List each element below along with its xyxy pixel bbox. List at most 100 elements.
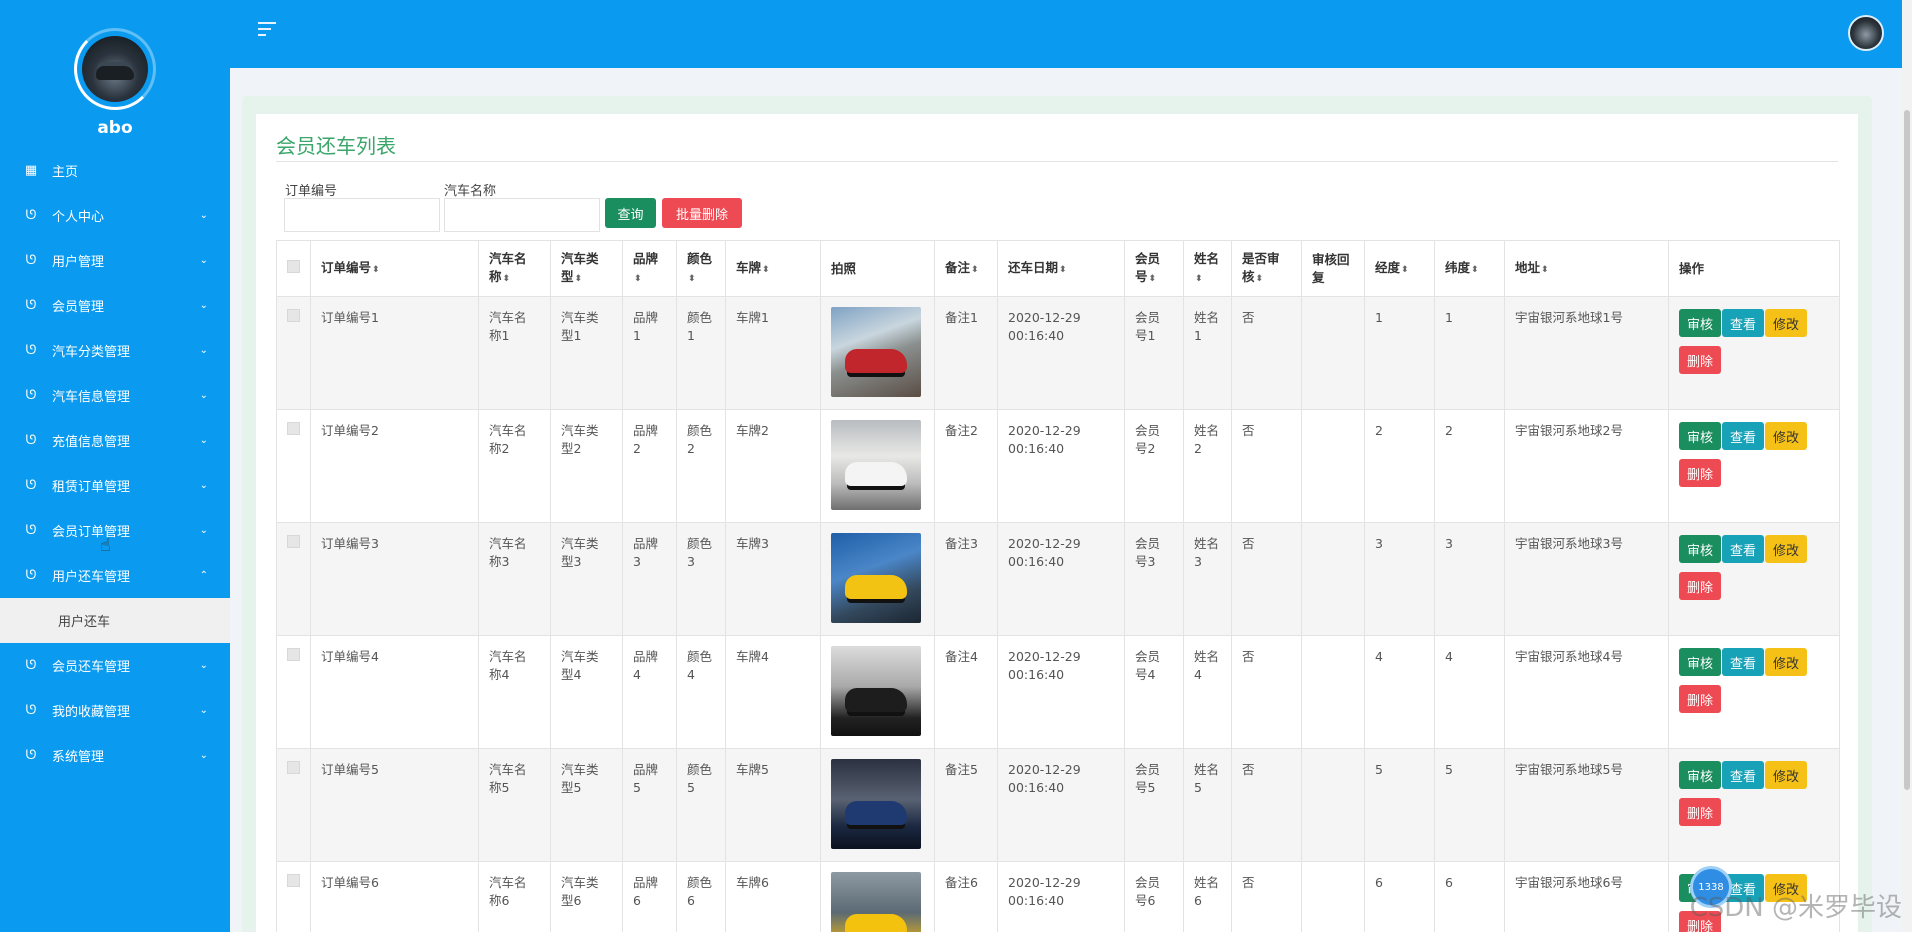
sidebar-item-label: 会员管理: [52, 300, 105, 315]
car-photo[interactable]: [831, 307, 921, 397]
select-all-checkbox[interactable]: [287, 259, 300, 273]
batch-delete-button[interactable]: 批量删除: [662, 198, 742, 228]
audit-button[interactable]: 审核: [1679, 761, 1722, 789]
delete-button[interactable]: 删除: [1679, 685, 1722, 713]
row-checkbox[interactable]: [287, 648, 300, 661]
edit-button[interactable]: 修改: [1765, 535, 1808, 563]
top-bar: [230, 0, 1902, 68]
audit-button[interactable]: 审核: [1679, 422, 1722, 450]
edit-button[interactable]: 修改: [1765, 648, 1808, 676]
sidebar-avatar[interactable]: [74, 28, 156, 110]
column-header[interactable]: 纬度⬍: [1434, 240, 1505, 297]
view-button[interactable]: 查看: [1722, 648, 1765, 676]
sidebar-item[interactable]: ᘎ 会员管理 ⌄: [0, 283, 230, 328]
sort-icon[interactable]: ⬍: [1256, 274, 1264, 284]
table-row[interactable]: 订单编号6 汽车名 称6 汽车类 型6 品牌 6 颜色 6 车牌6 备注6 2020-12-2…: [276, 861, 1840, 932]
sort-icon[interactable]: ⬍: [1149, 274, 1157, 284]
column-header[interactable]: 备注⬍: [934, 240, 998, 297]
table-row[interactable]: 订单编号2 汽车名 称2 汽车类 型2 品牌 2 颜色 2 车牌2 备注2 2020-12-2…: [276, 409, 1840, 523]
delete-button[interactable]: 删除: [1679, 572, 1722, 600]
column-header[interactable]: 经度⬍: [1364, 240, 1435, 297]
view-button[interactable]: 查看: [1722, 761, 1765, 789]
view-button[interactable]: 查看: [1722, 309, 1765, 337]
sidebar-item[interactable]: ᘎ 用户还车管理 ⌃: [0, 553, 230, 598]
car-photo[interactable]: [831, 872, 921, 932]
column-header[interactable]: 汽车类 型⬍: [550, 240, 623, 297]
cell-color: 颜色 3: [676, 522, 726, 636]
column-header[interactable]: 汽车名 称⬍: [478, 240, 551, 297]
order-number-input[interactable]: [284, 198, 440, 232]
column-header[interactable]: 品牌 ⬍: [622, 240, 677, 297]
sort-icon[interactable]: ⬍: [1059, 265, 1067, 275]
view-button[interactable]: 查看: [1722, 535, 1765, 563]
scrollbar-thumb[interactable]: [1904, 110, 1910, 790]
cell-text: 汽车名 称4: [489, 649, 527, 682]
column-header[interactable]: 是否审 核⬍: [1231, 240, 1302, 297]
cell-note: 备注1: [934, 296, 998, 410]
column-header[interactable]: 订单编号⬍: [310, 240, 479, 297]
audit-button[interactable]: 审核: [1679, 309, 1722, 337]
row-checkbox[interactable]: [287, 422, 300, 435]
row-select-cell: [276, 296, 311, 410]
column-header[interactable]: 姓名 ⬍: [1183, 240, 1232, 297]
sort-icon[interactable]: ⬍: [1541, 265, 1549, 275]
sidebar-subitem-user-return[interactable]: 用户还车: [0, 598, 230, 643]
row-checkbox[interactable]: [287, 309, 300, 322]
table-row[interactable]: 订单编号1 汽车名 称1 汽车类 型1 品牌 1 颜色 1 车牌1 备注1 2020-12-2…: [276, 296, 1840, 410]
sort-icon[interactable]: ⬍: [971, 265, 979, 275]
view-button[interactable]: 查看: [1722, 422, 1765, 450]
row-select-cell: [276, 861, 311, 932]
user-avatar[interactable]: [1848, 15, 1884, 51]
edit-button[interactable]: 修改: [1765, 309, 1808, 337]
sidebar-item[interactable]: ᘎ 系统管理 ⌄: [0, 733, 230, 778]
delete-button[interactable]: 删除: [1679, 459, 1722, 487]
sidebar-item[interactable]: ᘎ 租赁订单管理 ⌄: [0, 463, 230, 508]
edit-button[interactable]: 修改: [1765, 761, 1808, 789]
cell-text: 2020-12-29 00:16:40: [1008, 875, 1081, 908]
column-header[interactable]: 车牌⬍: [725, 240, 821, 297]
cell-text: 1: [1375, 310, 1383, 325]
sort-icon[interactable]: ⬍: [762, 265, 770, 275]
car-photo[interactable]: [831, 533, 921, 623]
sidebar-item[interactable]: ᘎ 充值信息管理 ⌄: [0, 418, 230, 463]
sort-icon[interactable]: ⬍: [1401, 265, 1409, 275]
sidebar-item[interactable]: ᘎ 个人中心 ⌄: [0, 193, 230, 238]
sort-icon[interactable]: ⬍: [634, 274, 642, 284]
sidebar-item[interactable]: ᘎ 用户管理 ⌄: [0, 238, 230, 283]
sidebar-item[interactable]: ▦ 主页: [0, 148, 230, 193]
sort-icon[interactable]: ⬍: [1195, 274, 1203, 284]
delete-button[interactable]: 删除: [1679, 798, 1722, 826]
delete-button[interactable]: 删除: [1679, 346, 1722, 374]
sort-icon[interactable]: ⬍: [688, 274, 696, 284]
audit-button[interactable]: 审核: [1679, 535, 1722, 563]
sidebar-item[interactable]: ᘎ 我的收藏管理 ⌄: [0, 688, 230, 733]
cell-text: 姓名 2: [1194, 423, 1220, 456]
table-row[interactable]: 订单编号4 汽车名 称4 汽车类 型4 品牌 4 颜色 4 车牌4 备注4 2020-12-2…: [276, 635, 1840, 749]
sidebar-item[interactable]: ᘎ 汽车信息管理 ⌄: [0, 373, 230, 418]
sort-icon[interactable]: ⬍: [503, 274, 511, 284]
table-row[interactable]: 订单编号5 汽车名 称5 汽车类 型5 品牌 5 颜色 5 车牌5 备注5 2020-12-2…: [276, 748, 1840, 862]
menu-toggle-icon[interactable]: [258, 22, 276, 38]
table-row[interactable]: 订单编号3 汽车名 称3 汽车类 型3 品牌 3 颜色 3 车牌3 备注3 2020-12-2…: [276, 522, 1840, 636]
car-photo[interactable]: [831, 759, 921, 849]
row-checkbox[interactable]: [287, 761, 300, 774]
page-scrollbar[interactable]: [1902, 0, 1912, 932]
query-button[interactable]: 查询: [605, 198, 656, 228]
column-header[interactable]: 会员 号⬍: [1124, 240, 1184, 297]
car-photo[interactable]: [831, 420, 921, 510]
audit-button[interactable]: 审核: [1679, 648, 1722, 676]
car-photo[interactable]: [831, 646, 921, 736]
sort-icon[interactable]: ⬍: [372, 265, 380, 275]
sidebar-item[interactable]: ᘎ 汽车分类管理 ⌄: [0, 328, 230, 373]
column-header[interactable]: 还车日期⬍: [997, 240, 1125, 297]
edit-button[interactable]: 修改: [1765, 422, 1808, 450]
sort-icon[interactable]: ⬍: [1471, 265, 1479, 275]
sort-icon[interactable]: ⬍: [575, 274, 583, 284]
column-header[interactable]: 颜色 ⬍: [676, 240, 726, 297]
row-checkbox[interactable]: [287, 874, 300, 887]
column-header[interactable]: 地址⬍: [1504, 240, 1669, 297]
car-name-input[interactable]: [444, 198, 600, 232]
row-checkbox[interactable]: [287, 535, 300, 548]
sidebar-item[interactable]: ᘎ 会员订单管理 ⌄: [0, 508, 230, 553]
sidebar-item[interactable]: ᘎ 会员还车管理 ⌄: [0, 643, 230, 688]
